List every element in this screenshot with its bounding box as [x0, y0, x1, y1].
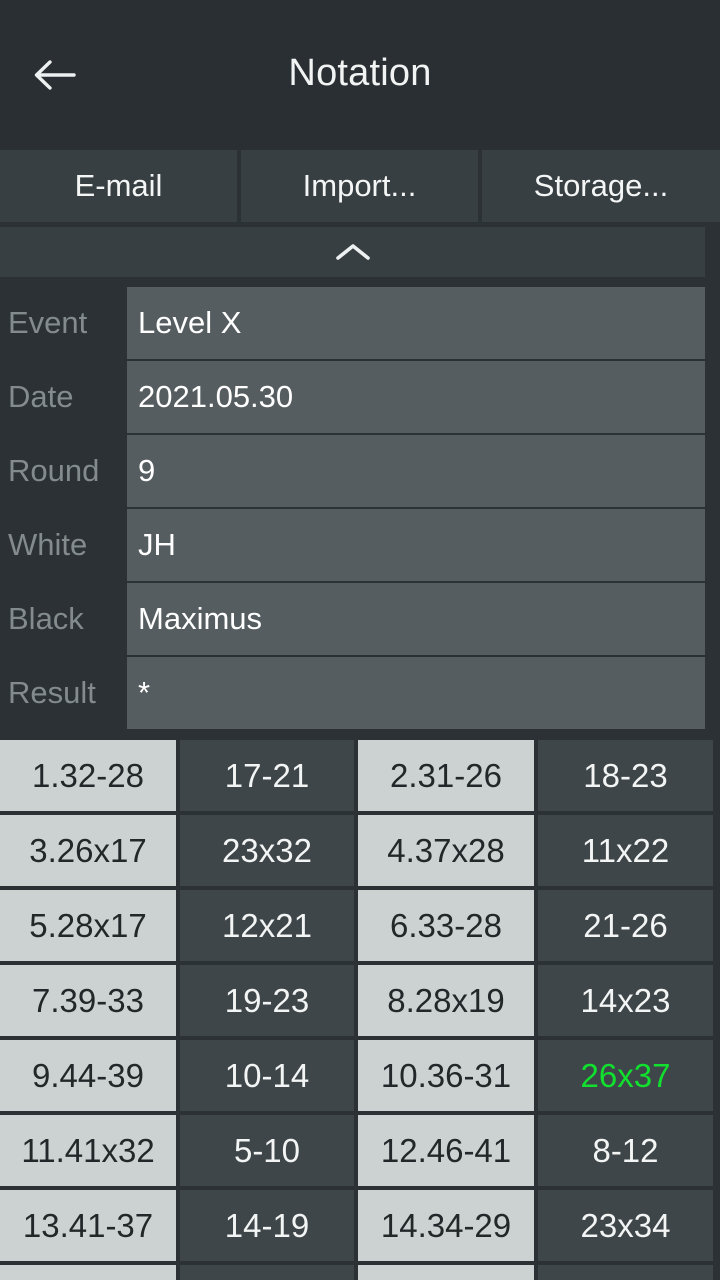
move-cell[interactable]: 19-23 — [180, 965, 354, 1036]
move-cell[interactable]: 23x34 — [538, 1190, 713, 1261]
field-row-event: Event Level X — [0, 287, 720, 359]
moves-table: 1.32-28 17-21 2.31-26 18-23 3.26x17 23x3… — [0, 740, 720, 1280]
field-input-white[interactable]: JH — [127, 509, 705, 581]
move-cell[interactable]: 12.46-41 — [358, 1115, 534, 1186]
tab-email[interactable]: E-mail — [0, 150, 237, 222]
field-input-round[interactable]: 9 — [127, 435, 705, 507]
move-cell[interactable]: 1.32-28 — [0, 740, 176, 811]
move-cell[interactable]: 11x22 — [538, 815, 713, 886]
move-cell-current[interactable]: 26x37 — [538, 1040, 713, 1111]
move-cell[interactable]: 11.41x32 — [0, 1115, 176, 1186]
field-row-date: Date 2021.05.30 — [0, 361, 720, 433]
table-row: 1.32-28 17-21 2.31-26 18-23 — [0, 740, 720, 811]
tab-import[interactable]: Import... — [241, 150, 478, 222]
move-cell[interactable]: 14x23 — [538, 965, 713, 1036]
arrow-left-icon — [32, 57, 76, 93]
field-row-result: Result * — [0, 657, 720, 729]
field-row-black: Black Maximus — [0, 583, 720, 655]
field-label-black: Black — [8, 601, 84, 636]
move-cell[interactable]: 8.28x19 — [358, 965, 534, 1036]
page-title: Notation — [288, 51, 432, 94]
table-row: 11.41x32 5-10 12.46-41 8-12 — [0, 1115, 720, 1186]
field-row-white: White JH — [0, 509, 720, 581]
back-button[interactable] — [22, 43, 86, 107]
action-button-row: E-mail Import... Storage... — [0, 150, 720, 222]
move-cell[interactable]: 5-10 — [180, 1115, 354, 1186]
move-cell[interactable]: 6.33-28 — [358, 890, 534, 961]
table-row: 3.26x17 23x32 4.37x28 11x22 — [0, 815, 720, 886]
table-row: 13.41-37 14-19 14.34-29 23x34 — [0, 1190, 720, 1261]
tab-storage[interactable]: Storage... — [482, 150, 720, 222]
field-label-event: Event — [8, 305, 88, 340]
field-input-black[interactable]: Maximus — [127, 583, 705, 655]
collapse-header-toggle[interactable] — [0, 227, 705, 277]
move-cell[interactable]: 13.41-37 — [0, 1190, 176, 1261]
move-cell[interactable]: 21-26 — [538, 890, 713, 961]
move-cell[interactable] — [358, 1265, 534, 1280]
move-cell[interactable]: 14.34-29 — [358, 1190, 534, 1261]
move-cell[interactable]: 2.31-26 — [358, 740, 534, 811]
move-cell[interactable]: 17-21 — [180, 740, 354, 811]
field-label-round: Round — [8, 453, 100, 488]
table-row — [0, 1265, 720, 1280]
move-cell[interactable] — [538, 1265, 713, 1280]
field-label-white: White — [8, 527, 88, 562]
table-row: 5.28x17 12x21 6.33-28 21-26 — [0, 890, 720, 961]
app-bar: Notation — [0, 0, 720, 150]
move-cell[interactable] — [180, 1265, 354, 1280]
field-label-result: Result — [8, 675, 96, 710]
field-label-date: Date — [8, 379, 74, 414]
move-cell[interactable]: 23x32 — [180, 815, 354, 886]
table-row: 9.44-39 10-14 10.36-31 26x37 — [0, 1040, 720, 1111]
move-cell[interactable]: 4.37x28 — [358, 815, 534, 886]
move-cell[interactable]: 10-14 — [180, 1040, 354, 1111]
field-input-event[interactable]: Level X — [127, 287, 705, 359]
move-cell[interactable]: 10.36-31 — [358, 1040, 534, 1111]
chevron-up-icon — [334, 241, 372, 263]
move-cell[interactable]: 18-23 — [538, 740, 713, 811]
move-cell[interactable]: 5.28x17 — [0, 890, 176, 961]
field-row-round: Round 9 — [0, 435, 720, 507]
move-cell[interactable]: 7.39-33 — [0, 965, 176, 1036]
field-input-result[interactable]: * — [127, 657, 705, 729]
move-cell[interactable]: 9.44-39 — [0, 1040, 176, 1111]
move-cell[interactable]: 12x21 — [180, 890, 354, 961]
move-cell[interactable] — [0, 1265, 176, 1280]
move-cell[interactable]: 8-12 — [538, 1115, 713, 1186]
field-input-date[interactable]: 2021.05.30 — [127, 361, 705, 433]
game-header-fields: Event Level X Date 2021.05.30 Round 9 Wh… — [0, 287, 720, 729]
move-cell[interactable]: 3.26x17 — [0, 815, 176, 886]
move-cell[interactable]: 14-19 — [180, 1190, 354, 1261]
table-row: 7.39-33 19-23 8.28x19 14x23 — [0, 965, 720, 1036]
